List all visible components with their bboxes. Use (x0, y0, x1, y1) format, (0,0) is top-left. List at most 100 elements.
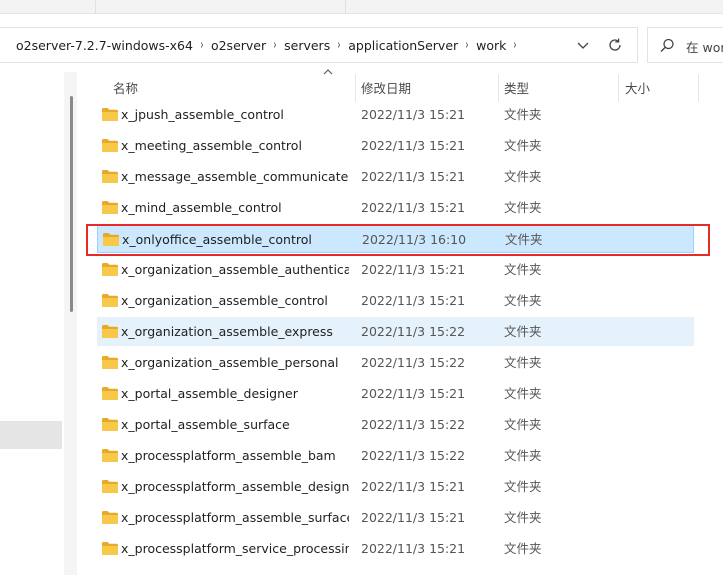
column-divider[interactable] (498, 74, 499, 102)
file-type: 文件夹 (504, 169, 542, 184)
table-row[interactable]: x_jpush_assemble_control 2022/11/3 15:21 文… (97, 100, 694, 129)
folder-icon (102, 139, 118, 152)
file-type: 文件夹 (504, 355, 542, 370)
navigation-scrollbar-thumb[interactable] (70, 96, 73, 312)
column-header: 名称 修改日期 类型 大小 (97, 69, 723, 102)
table-row[interactable]: x_message_assemble_communicate 2022/11/3 … (97, 162, 694, 191)
breadcrumb-o2server[interactable]: o2server (211, 38, 266, 53)
toolbar-segment (0, 0, 96, 14)
file-type: 文件夹 (504, 262, 542, 277)
folder-icon (102, 356, 118, 369)
file-date-modified: 2022/11/3 15:21 (361, 479, 466, 494)
sort-ascending-icon (323, 69, 333, 75)
table-row[interactable]: x_meeting_assemble_control 2022/11/3 15:2… (97, 131, 694, 160)
file-date-modified: 2022/11/3 15:22 (361, 417, 466, 432)
file-date-modified: 2022/11/3 15:21 (361, 510, 466, 525)
folder-icon (102, 170, 118, 183)
table-row[interactable]: x_organization_assemble_authenticati... 2… (97, 255, 694, 284)
breadcrumb-separator-icon[interactable]: › (461, 38, 474, 53)
toolbar-segment (96, 0, 346, 14)
file-type: 文件夹 (504, 417, 542, 432)
file-date-modified: 2022/11/3 15:22 (361, 355, 466, 370)
folder-icon (102, 201, 118, 214)
file-type: 文件夹 (504, 324, 542, 339)
table-row[interactable]: x_organization_assemble_personal 2022/11/… (97, 348, 694, 377)
file-type: 文件夹 (504, 138, 542, 153)
file-type: 文件夹 (504, 107, 542, 122)
folder-icon (102, 263, 118, 276)
window-top-strip (0, 0, 723, 14)
chevron-down-icon[interactable] (575, 37, 591, 53)
file-name: x_processplatform_assemble_surface (121, 510, 349, 525)
folder-icon (102, 449, 118, 462)
table-row[interactable]: x_organization_assemble_express 2022/11/3… (97, 317, 694, 346)
table-row[interactable]: x_mind_assemble_control 2022/11/3 15:21 文件… (97, 193, 694, 222)
folder-icon (102, 108, 118, 121)
table-row[interactable]: x_portal_assemble_designer 2022/11/3 15:2… (97, 379, 694, 408)
file-name: x_processplatform_service_processing (121, 541, 349, 556)
breadcrumb-o2server-root[interactable]: o2server-7.2.7-windows-x64 (16, 38, 193, 53)
file-date-modified: 2022/11/3 15:21 (361, 293, 466, 308)
column-type[interactable]: 类型 (504, 72, 529, 102)
breadcrumb-servers[interactable]: servers (284, 38, 330, 53)
file-date-modified: 2022/11/3 15:21 (361, 138, 466, 153)
column-divider[interactable] (355, 74, 356, 102)
file-type: 文件夹 (504, 541, 542, 556)
search-box[interactable]: 在 wor (647, 27, 723, 63)
file-date-modified: 2022/11/3 15:21 (361, 262, 466, 277)
breadcrumb-applicationserver[interactable]: applicationServer (348, 38, 458, 53)
breadcrumb-separator-icon[interactable]: › (333, 38, 346, 53)
file-name: x_portal_assemble_designer (121, 386, 298, 401)
column-divider[interactable] (618, 74, 619, 102)
nav-selected-item[interactable] (0, 421, 62, 449)
folder-icon (102, 511, 118, 524)
file-type: 文件夹 (504, 386, 542, 401)
file-name: x_organization_assemble_express (121, 324, 333, 339)
table-row[interactable]: x_organization_assemble_control 2022/11/3… (97, 286, 694, 315)
table-row[interactable]: x_processplatform_assemble_bam 2022/11/3 … (97, 441, 694, 470)
breadcrumb-work[interactable]: work (476, 38, 506, 53)
file-type: 文件夹 (504, 200, 542, 215)
file-date-modified: 2022/11/3 15:21 (361, 200, 466, 215)
folder-icon (102, 294, 118, 307)
folder-icon (102, 480, 118, 493)
file-type: 文件夹 (504, 293, 542, 308)
column-divider[interactable] (698, 74, 699, 102)
column-size[interactable]: 大小 (625, 72, 650, 102)
table-row[interactable]: x_processplatform_assemble_surface 2022/1… (97, 503, 694, 532)
file-date-modified: 2022/11/3 15:21 (361, 169, 466, 184)
search-icon (660, 38, 674, 52)
file-date-modified: 2022/11/3 15:21 (361, 107, 466, 122)
address-bar[interactable]: o2server-7.2.7-windows-x64 › o2server › … (0, 27, 638, 63)
file-type: 文件夹 (504, 510, 542, 525)
breadcrumb-separator-icon[interactable]: › (509, 38, 522, 53)
breadcrumb-separator-icon[interactable]: › (196, 38, 209, 53)
table-row[interactable]: x_portal_assemble_surface 2022/11/3 15:22… (97, 410, 694, 439)
table-row[interactable]: x_processplatform_assemble_designer 2022/… (97, 472, 694, 501)
navigation-pane[interactable] (0, 72, 70, 575)
refresh-icon[interactable] (606, 36, 624, 54)
folder-icon (102, 325, 118, 338)
folder-icon (102, 418, 118, 431)
file-name: x_organization_assemble_control (121, 293, 328, 308)
breadcrumb-separator-icon[interactable]: › (269, 38, 282, 53)
table-row[interactable]: x_processplatform_service_processing 2022… (97, 534, 694, 563)
annotation-highlight-box (86, 224, 710, 256)
folder-icon (102, 387, 118, 400)
file-name: x_organization_assemble_authenticati... (121, 262, 349, 277)
file-name: x_mind_assemble_control (121, 200, 282, 215)
search-input[interactable]: 在 wor (686, 37, 723, 56)
column-name[interactable]: 名称 (113, 72, 138, 102)
file-name: x_portal_assemble_surface (121, 417, 290, 432)
breadcrumb: o2server-7.2.7-windows-x64 › o2server › … (16, 28, 524, 62)
file-name: x_jpush_assemble_control (121, 107, 284, 122)
file-name: x_meeting_assemble_control (121, 138, 302, 153)
folder-icon (102, 542, 118, 555)
file-date-modified: 2022/11/3 15:21 (361, 386, 466, 401)
file-type: 文件夹 (504, 479, 542, 494)
column-date-modified[interactable]: 修改日期 (361, 72, 411, 102)
file-name: x_message_assemble_communicate (121, 169, 349, 184)
file-date-modified: 2022/11/3 15:21 (361, 541, 466, 556)
file-name: x_processplatform_assemble_bam (121, 448, 336, 463)
file-name: x_organization_assemble_personal (121, 355, 339, 370)
